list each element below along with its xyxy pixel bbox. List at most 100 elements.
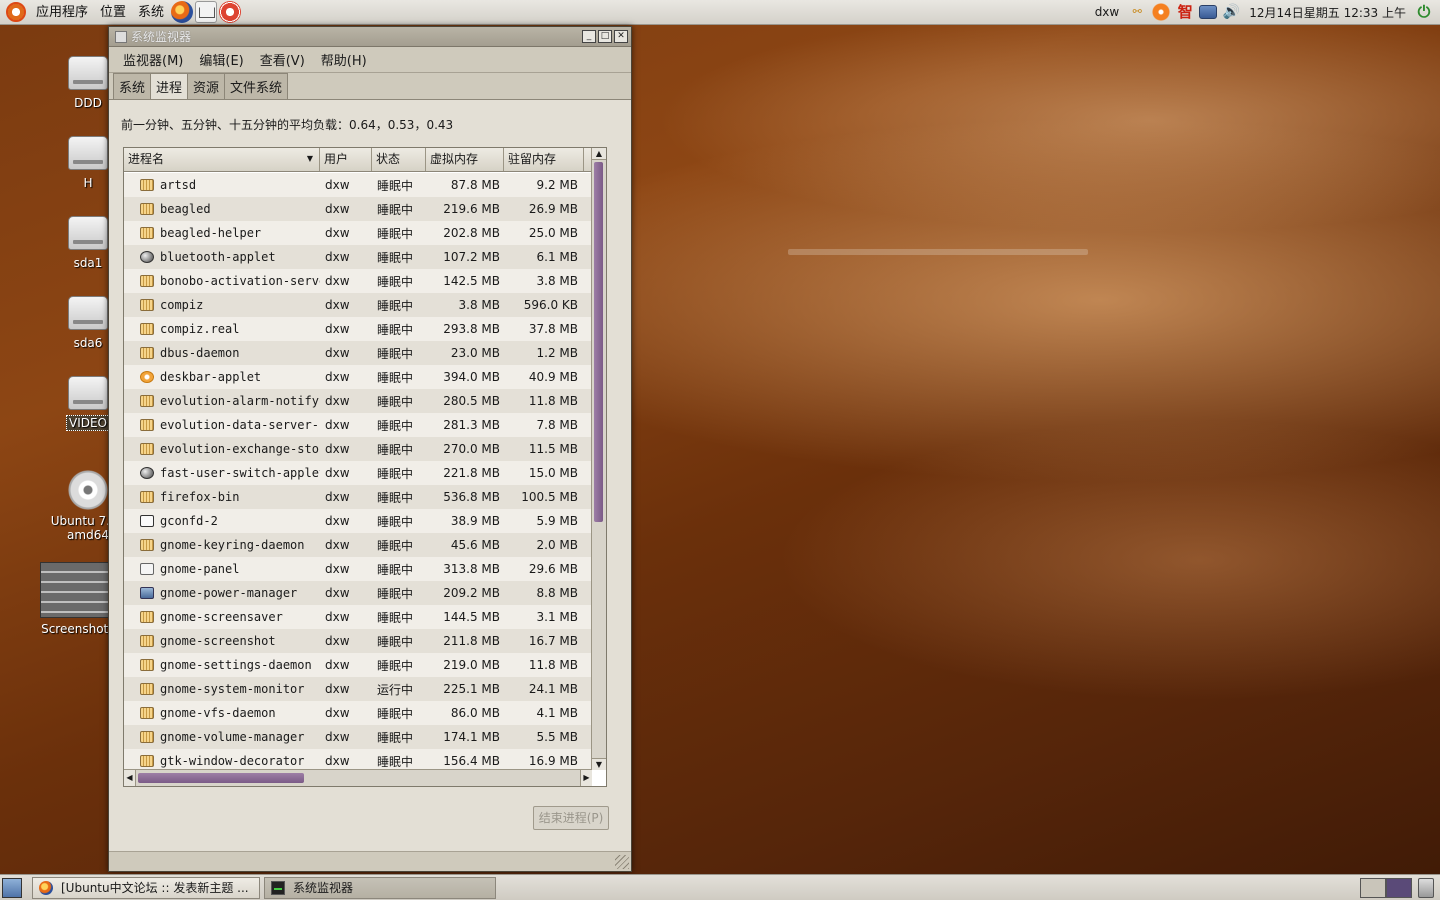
table-row[interactable]: compiz dxw 睡眠中 3.8 MB 596.0 KB <box>124 293 592 317</box>
table-row[interactable]: gnome-settings-daemon dxw 睡眠中 219.0 MB 11.8 … <box>124 653 592 677</box>
tab-system[interactable]: 系统 <box>113 73 152 99</box>
close-button[interactable]: ✕ <box>614 30 628 43</box>
horizontal-scroll-thumb[interactable] <box>138 773 304 783</box>
process-icon <box>140 635 154 647</box>
column-header-rmem[interactable]: 驻留内存 <box>504 148 584 171</box>
table-row[interactable]: gnome-volume-manager dxw 睡眠中 174.1 MB 5.5 MB <box>124 725 592 749</box>
table-row[interactable]: bonobo-activation-server dxw 睡眠中 142.5 MB 3.… <box>124 269 592 293</box>
volume-icon[interactable]: 🔊 <box>1221 3 1241 21</box>
ubuntu-logo-icon[interactable] <box>6 2 26 22</box>
top-panel-right: dxw ⚯ 智 🔊 12月14日星期五 12:33 上午 ⏻ <box>1089 0 1440 24</box>
input-method-icon[interactable]: 智 <box>1175 3 1195 21</box>
logout-icon[interactable]: ⏻ <box>1414 3 1434 21</box>
table-row[interactable]: gnome-screenshot dxw 睡眠中 211.8 MB 16.7 MB <box>124 629 592 653</box>
maximize-button[interactable]: □ <box>598 30 612 43</box>
end-process-button[interactable]: 结束进程(P) <box>533 806 609 830</box>
notification-flower-icon[interactable] <box>1151 3 1172 21</box>
menu-view[interactable]: 查看(V) <box>252 50 313 69</box>
cell-status: 睡眠中 <box>377 370 414 385</box>
table-row[interactable]: evolution-exchange-storage dxw 睡眠中 270.0 MB… <box>124 437 592 461</box>
scroll-up-arrow-icon[interactable]: ▲ <box>592 148 606 160</box>
table-row[interactable]: bluetooth-applet dxw 睡眠中 107.2 MB 6.1 MB <box>124 245 592 269</box>
process-name: evolution-data-server-1.12 <box>160 418 320 432</box>
process-name: gconfd-2 <box>160 514 218 528</box>
scroll-right-arrow-icon[interactable]: ▶ <box>580 770 592 786</box>
table-row[interactable]: gnome-keyring-daemon dxw 睡眠中 45.6 MB 2.0 MB <box>124 533 592 557</box>
table-row[interactable]: fast-user-switch-applet dxw 睡眠中 221.8 MB 15.… <box>124 461 592 485</box>
cell-virtual-memory: 144.5 MB <box>443 610 500 624</box>
scroll-left-arrow-icon[interactable]: ◀ <box>124 770 136 786</box>
network-monitor-icon[interactable] <box>1199 5 1218 19</box>
table-row[interactable]: gnome-screensaver dxw 睡眠中 144.5 MB 3.1 MB <box>124 605 592 629</box>
cell-status: 睡眠中 <box>377 754 414 769</box>
table-row[interactable]: evolution-alarm-notify dxw 睡眠中 280.5 MB 11.8… <box>124 389 592 413</box>
table-row[interactable]: gconfd-2 dxw 睡眠中 38.9 MB 5.9 MB <box>124 509 592 533</box>
tab-filesystems[interactable]: 文件系统 <box>224 73 289 99</box>
table-row[interactable]: artsd dxw 睡眠中 87.8 MB 9.2 MB <box>124 173 592 197</box>
workspace-2[interactable] <box>1386 877 1412 898</box>
menu-monitor[interactable]: 监视器(M) <box>115 50 191 69</box>
cell-process-name: gnome-system-monitor <box>124 682 320 696</box>
cell-status: 睡眠中 <box>377 610 414 625</box>
table-row[interactable]: gnome-vfs-daemon dxw 睡眠中 86.0 MB 4.1 MB <box>124 701 592 725</box>
workspace-1[interactable] <box>1360 877 1386 898</box>
window-menu-icon[interactable] <box>115 30 127 43</box>
menu-edit[interactable]: 编辑(E) <box>191 50 251 69</box>
help-launcher-icon[interactable] <box>219 1 242 23</box>
user-switch-applet[interactable]: dxw <box>1095 5 1120 19</box>
menu-help[interactable]: 帮助(H) <box>313 50 375 69</box>
minimize-button[interactable]: _ <box>582 30 596 43</box>
scroll-down-arrow-icon[interactable]: ▼ <box>592 758 606 770</box>
process-name: gnome-power-manager <box>160 586 298 600</box>
column-header-name[interactable]: 进程名 ▼ <box>124 148 320 171</box>
cell-resident-memory: 16.9 MB <box>528 754 578 768</box>
cell-process-name: fast-user-switch-applet <box>124 466 320 480</box>
tab-processes[interactable]: 进程 <box>150 73 189 100</box>
sort-arrow-icon: ▼ <box>306 154 313 163</box>
cell-process-name: beagled <box>124 202 320 216</box>
faint-ghost-bar <box>788 249 1088 255</box>
show-desktop-icon[interactable] <box>2 877 22 898</box>
table-row[interactable]: gnome-system-monitor dxw 运行中 225.1 MB 24.1 M… <box>124 677 592 701</box>
vertical-scroll-thumb[interactable] <box>594 162 603 522</box>
cell-virtual-memory: 536.8 MB <box>443 490 500 504</box>
cell-user: dxw <box>325 730 350 744</box>
table-row[interactable]: beagled-helper dxw 睡眠中 202.8 MB 25.0 MB <box>124 221 592 245</box>
cell-resident-memory: 11.8 MB <box>528 658 578 672</box>
network-link-icon[interactable]: ⚯ <box>1127 3 1147 21</box>
process-name: gnome-settings-daemon <box>160 658 312 672</box>
column-header-status[interactable]: 状态 <box>372 148 426 171</box>
tab-resources[interactable]: 资源 <box>187 73 226 99</box>
system-menu[interactable]: 系统 <box>132 0 170 25</box>
vertical-scrollbar[interactable]: ▲ ▼ <box>591 148 606 770</box>
table-row[interactable]: evolution-data-server-1.12 dxw 睡眠中 281.3 MB… <box>124 413 592 437</box>
resize-grip-icon[interactable] <box>615 855 629 869</box>
table-row[interactable]: gnome-panel dxw 睡眠中 313.8 MB 29.6 MB <box>124 557 592 581</box>
taskbar-button-system-monitor[interactable]: 系统监视器 <box>264 876 496 899</box>
window-titlebar[interactable]: 系统监视器 _ □ ✕ <box>109 27 631 47</box>
cell-status: 睡眠中 <box>377 346 414 361</box>
table-row[interactable]: firefox-bin dxw 睡眠中 536.8 MB 100.5 MB <box>124 485 592 509</box>
table-row[interactable]: compiz.real dxw 睡眠中 293.8 MB 37.8 MB <box>124 317 592 341</box>
trash-icon[interactable] <box>1418 877 1434 898</box>
horizontal-scrollbar[interactable]: ◀ ▶ <box>124 769 592 786</box>
table-row[interactable]: beagled dxw 睡眠中 219.6 MB 26.9 MB <box>124 197 592 221</box>
table-row[interactable]: dbus-daemon dxw 睡眠中 23.0 MB 1.2 MB <box>124 341 592 365</box>
process-icon <box>140 179 154 191</box>
column-header-user[interactable]: 用户 <box>320 148 372 171</box>
cell-status: 睡眠中 <box>377 466 414 481</box>
process-name: gtk-window-decorator <box>160 754 305 768</box>
firefox-launcher-icon[interactable] <box>171 1 194 23</box>
process-name: firefox-bin <box>160 490 240 504</box>
column-header-vmem[interactable]: 虚拟内存 <box>426 148 504 171</box>
cell-process-name: evolution-alarm-notify <box>124 394 320 408</box>
clock[interactable]: 12月14日星期五 12:33 上午 <box>1249 4 1406 21</box>
places-menu[interactable]: 位置 <box>94 0 132 25</box>
firefox-icon <box>39 880 53 895</box>
applications-menu[interactable]: 应用程序 <box>30 0 94 25</box>
table-row[interactable]: gtk-window-decorator dxw 睡眠中 156.4 MB 16.9 M… <box>124 749 592 769</box>
table-row[interactable]: deskbar-applet dxw 睡眠中 394.0 MB 40.9 MB <box>124 365 592 389</box>
table-row[interactable]: gnome-power-manager dxw 睡眠中 209.2 MB 8.8 MB <box>124 581 592 605</box>
taskbar-button-firefox[interactable]: [Ubuntu中文论坛 :: 发表新主题 ... <box>32 876 260 899</box>
mail-launcher-icon[interactable] <box>195 1 218 23</box>
